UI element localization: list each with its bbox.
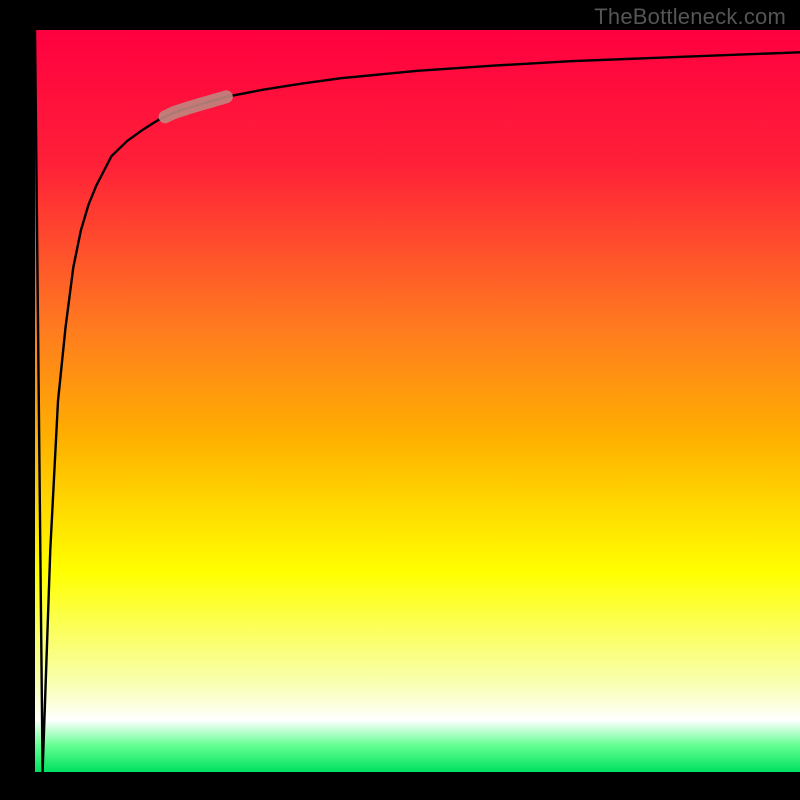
watermark-text: TheBottleneck.com (594, 4, 786, 30)
plot-background (35, 30, 800, 772)
bottleneck-chart (0, 0, 800, 800)
chart-stage: TheBottleneck.com (0, 0, 800, 800)
